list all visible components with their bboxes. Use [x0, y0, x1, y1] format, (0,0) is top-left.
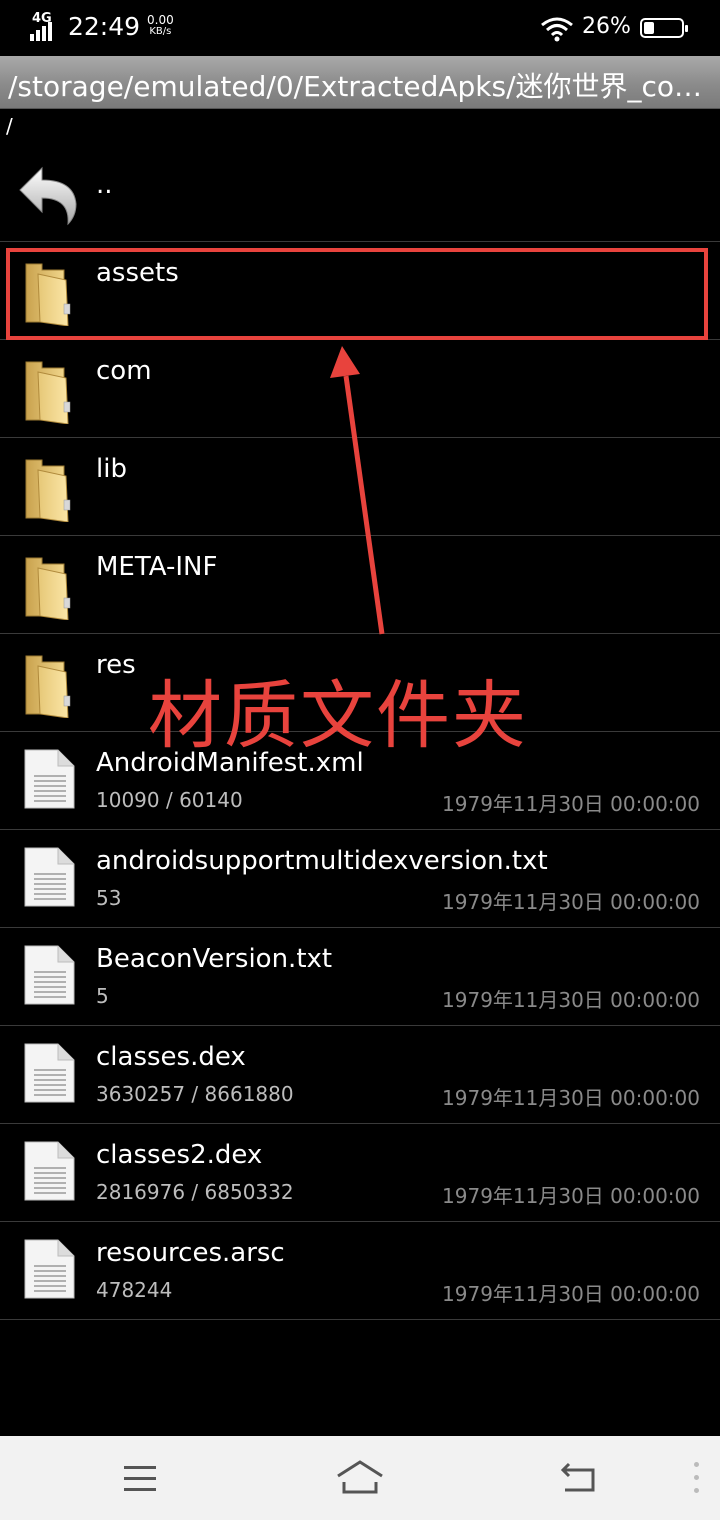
entry-name: res: [96, 650, 136, 680]
file-row[interactable]: classes2.dex 2816976 / 6850332 1979年11月30日…: [0, 1124, 720, 1222]
entry-name: META-INF: [96, 552, 218, 582]
folder-icon: [25, 361, 71, 424]
folder-icon: [25, 655, 71, 718]
entries: assets com lib META-INF res AndroidManifest.x…: [0, 242, 720, 1320]
file-icon: [24, 945, 75, 1005]
entry-name: classes.dex: [96, 1042, 246, 1072]
return-icon[interactable]: [555, 1456, 605, 1500]
entry-name: androidsupportmultidexversion.txt: [96, 846, 548, 876]
file-row[interactable]: resources.arsc 478244 1979年11月30日 00:00:00: [0, 1222, 720, 1320]
entry-name: BeaconVersion.txt: [96, 944, 333, 974]
net-speed-value: 0.00: [147, 13, 174, 27]
file-icon: [24, 749, 75, 809]
folder-row[interactable]: lib: [0, 438, 720, 536]
entry-size: 2816976 / 6850332: [96, 1180, 294, 1204]
wifi-icon: [541, 17, 573, 42]
entry-name: lib: [96, 454, 127, 484]
navigation-bar: [0, 1436, 720, 1520]
status-bar: 4G 22:49 0.00 KB/s 26%: [0, 0, 720, 56]
folder-row[interactable]: com: [0, 340, 720, 438]
entry-date: 1979年11月30日 00:00:00: [442, 1086, 700, 1110]
file-icon: [24, 1141, 75, 1201]
cellular-signal-icon: 4G: [30, 11, 58, 41]
entry-name: com: [96, 356, 152, 386]
entry-date: 1979年11月30日 00:00:00: [442, 890, 700, 914]
parent-directory-label: ..: [96, 170, 113, 200]
entry-size: 10090 / 60140: [96, 788, 243, 812]
entry-size: 3630257 / 8661880: [96, 1082, 294, 1106]
file-row[interactable]: androidsupportmultidexversion.txt 53 1979年…: [0, 830, 720, 928]
home-icon[interactable]: [334, 1456, 386, 1500]
clock: 22:49: [68, 12, 141, 41]
back-arrow-icon: [19, 166, 77, 226]
file-icon: [24, 1239, 75, 1299]
entry-date: 1979年11月30日 00:00:00: [442, 792, 700, 816]
entry-name: resources.arsc: [96, 1238, 285, 1268]
entry-date: 1979年11月30日 00:00:00: [442, 1282, 700, 1306]
parent-directory-row[interactable]: ..: [0, 144, 720, 242]
net-speed: 0.00 KB/s: [147, 14, 174, 38]
folder-icon: [25, 557, 71, 620]
path-bar[interactable]: /storage/emulated/0/ExtractedApks/迷你世界_c…: [0, 56, 720, 109]
annotation-label: 材质文件夹: [148, 673, 528, 759]
current-path: /storage/emulated/0/ExtractedApks/迷你世界_c…: [8, 70, 703, 103]
entry-date: 1979年11月30日 00:00:00: [442, 988, 700, 1012]
battery-icon: [640, 18, 688, 38]
entry-name: classes2.dex: [96, 1140, 263, 1170]
folder-row[interactable]: META-INF: [0, 536, 720, 634]
file-icon: [24, 1043, 75, 1103]
file-row[interactable]: BeaconVersion.txt 5 1979年11月30日 00:00:00: [0, 928, 720, 1026]
sub-path: /: [6, 114, 13, 138]
entry-size: 5: [96, 984, 109, 1008]
folder-icon: [25, 459, 71, 522]
more-dots[interactable]: [694, 1462, 702, 1496]
highlight-box: [6, 248, 708, 340]
net-speed-unit: KB/s: [149, 26, 172, 37]
menu-icon[interactable]: [115, 1456, 165, 1500]
battery-percent: 26%: [582, 14, 631, 39]
entry-date: 1979年11月30日 00:00:00: [442, 1184, 700, 1208]
file-icon: [24, 847, 75, 907]
entry-size: 53: [96, 886, 122, 910]
file-row[interactable]: classes.dex 3630257 / 8661880 1979年11月30日 …: [0, 1026, 720, 1124]
entry-size: 478244: [96, 1278, 173, 1302]
